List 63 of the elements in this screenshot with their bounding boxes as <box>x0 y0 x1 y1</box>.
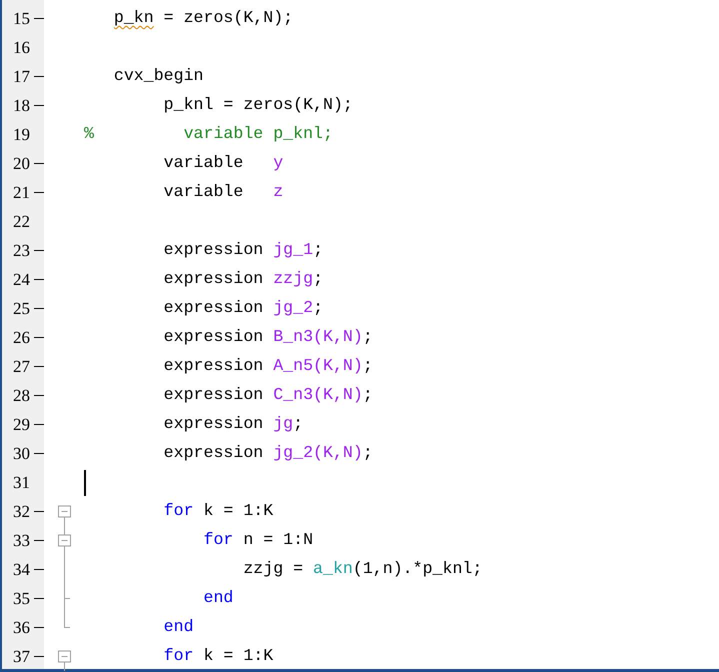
line-number: 19 <box>12 126 30 143</box>
line-number: 21 <box>12 184 30 201</box>
code-line: p_knl = zeros(K,N); <box>164 97 353 114</box>
code-line: for k = 1:K <box>164 648 274 665</box>
line-number: 24 <box>12 271 30 288</box>
breakpoint-dash[interactable] <box>34 18 44 20</box>
code-line: variable y <box>164 155 284 172</box>
line-number: 35 <box>12 590 30 607</box>
line-number: 18 <box>12 97 30 114</box>
line-number: 28 <box>12 387 30 404</box>
breakpoint-dash[interactable] <box>34 452 44 454</box>
code-line: expression jg_1; <box>164 242 324 259</box>
line-number: 29 <box>12 416 30 433</box>
line-number: 33 <box>12 532 30 549</box>
line-number: 36 <box>12 619 30 636</box>
code-line: expression jg_2(K,N); <box>164 445 373 462</box>
code-comment: % variable p_knl; <box>84 126 333 143</box>
code-line: variable z <box>164 184 284 201</box>
line-number: 30 <box>12 445 30 462</box>
line-number: 16 <box>12 39 30 56</box>
code-line: expression jg; <box>164 416 304 433</box>
breakpoint-dash[interactable] <box>34 192 44 194</box>
code-line: expression B_n3(K,N); <box>164 329 373 346</box>
breakpoint-dash[interactable] <box>34 308 44 310</box>
line-number: 37 <box>12 648 30 665</box>
line-number: 17 <box>12 68 30 85</box>
breakpoint-dash[interactable] <box>34 656 44 658</box>
code-line: expression zzjg; <box>164 271 324 288</box>
code-line: for n = 1:N <box>204 532 314 549</box>
line-number: 32 <box>12 503 30 520</box>
code-line: expression C_n3(K,N); <box>164 387 373 404</box>
fold-toggle-icon[interactable] <box>57 526 72 555</box>
breakpoint-dash[interactable] <box>34 336 44 338</box>
line-number: 20 <box>12 155 30 172</box>
breakpoint-dash[interactable] <box>34 250 44 252</box>
code-line: end <box>204 590 234 607</box>
code-line: end <box>164 619 194 636</box>
breakpoint-dash[interactable] <box>34 626 44 628</box>
breakpoint-dash[interactable] <box>34 104 44 106</box>
line-number: 25 <box>12 300 30 317</box>
line-number: 22 <box>12 213 30 230</box>
line-number: 31 <box>12 474 30 491</box>
breakpoint-dash[interactable] <box>34 568 44 570</box>
line-number: 15 <box>12 10 30 27</box>
code-line: expression A_n5(K,N); <box>164 358 373 375</box>
line-number: 26 <box>12 329 30 346</box>
breakpoint-dash[interactable] <box>34 510 44 512</box>
breakpoint-dash[interactable] <box>34 162 44 164</box>
code-line: for k = 1:K <box>164 503 274 520</box>
line-number: 34 <box>12 561 30 578</box>
breakpoint-dash[interactable] <box>34 424 44 426</box>
breakpoint-dash[interactable] <box>34 540 44 542</box>
breakpoint-dash[interactable] <box>34 76 44 78</box>
code-line: expression jg_2; <box>164 300 324 317</box>
line-number: 27 <box>12 358 30 375</box>
breakpoint-dash[interactable] <box>34 598 44 600</box>
code-line: zzjg = a_kn(1,n).*p_knl; <box>243 561 482 578</box>
line-number: 23 <box>12 242 30 259</box>
breakpoint-dash[interactable] <box>34 366 44 368</box>
code-line: cvx_begin <box>114 68 204 85</box>
code-line: p_kn = zeros(K,N); <box>114 10 294 27</box>
breakpoint-dash[interactable] <box>34 394 44 396</box>
breakpoint-dash[interactable] <box>34 278 44 280</box>
